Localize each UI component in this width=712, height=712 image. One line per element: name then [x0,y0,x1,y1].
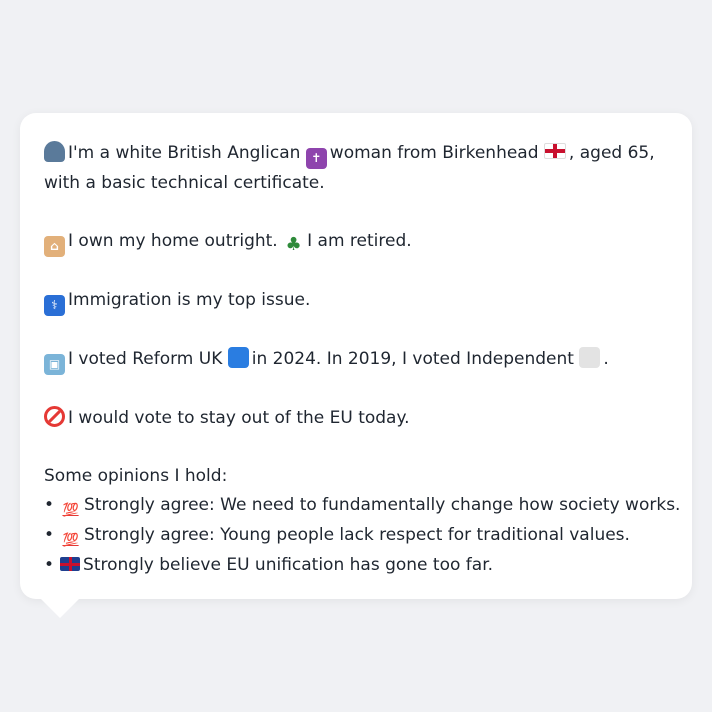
person-icon [44,141,65,162]
persona-text: I'm a white British Anglican ✝ woman from… [44,139,680,580]
vote-line: ▣ I voted Reform UK in 2024. In 2019, I v… [44,345,668,375]
speech-bubble-tail [40,598,80,618]
blue-square-icon [227,347,249,368]
house-icon: ⌂ [44,236,65,257]
hundred-points-icon: 💯 [62,533,79,548]
opinion-item: • 💯 Strongly agree: Young people lack resp… [44,521,668,551]
no-entry-icon [44,406,65,427]
hundred-points-icon: 💯 [62,503,79,518]
home-line: ⌂ I own my home outright. ♣ I am retired. [44,227,668,257]
ballot-box-icon: ▣ [44,354,65,375]
england-flag-icon [543,143,566,159]
persona-card: I'm a white British Anglican ✝ woman from… [20,113,692,599]
white-square-icon [579,347,601,368]
eu-line: I would vote to stay out of the EU today… [44,404,668,433]
passport-control-icon: ⚕ [44,295,65,316]
latin-cross-icon: ✝ [305,148,327,169]
opinions-heading: Some opinions I hold: [44,466,228,486]
palm-tree-icon: ♣ [285,234,302,255]
identity-line: I'm a white British Anglican ✝ woman from… [44,141,655,193]
uk-flag-icon [60,557,81,571]
issue-line: ⚕ Immigration is my top issue. [44,286,668,316]
opinion-item: • 💯 Strongly agree: We need to fundamental… [44,491,680,521]
opinion-item: • Strongly believe EU unification has gon… [44,555,494,575]
